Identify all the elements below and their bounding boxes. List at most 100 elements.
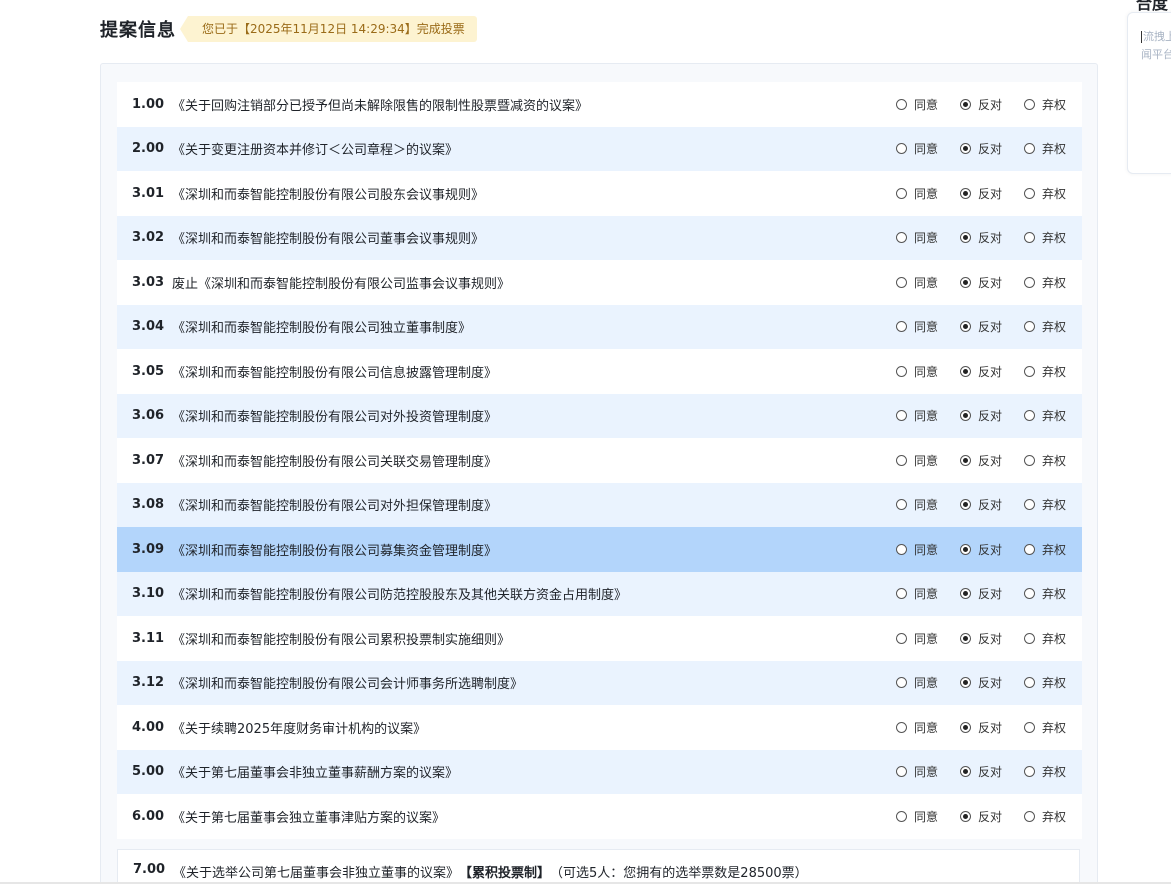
vote-option-oppose[interactable]: 反对 (960, 185, 1002, 202)
radio-icon[interactable] (896, 98, 907, 110)
radio-icon[interactable] (896, 810, 907, 822)
radio-icon[interactable] (960, 810, 972, 822)
radio-icon[interactable] (896, 632, 907, 644)
vote-option-abstain[interactable]: 弃权 (1024, 274, 1066, 291)
radio-icon[interactable] (960, 766, 972, 778)
radio-icon[interactable] (1024, 721, 1036, 733)
radio-icon[interactable] (960, 187, 972, 199)
radio-icon[interactable] (960, 365, 972, 377)
radio-icon[interactable] (960, 232, 972, 244)
radio-icon[interactable] (1024, 677, 1036, 689)
vote-option-oppose[interactable]: 反对 (960, 140, 1002, 157)
vote-option-oppose[interactable]: 反对 (960, 808, 1002, 825)
vote-option-agree[interactable]: 同意 (896, 229, 938, 246)
radio-icon[interactable] (1024, 810, 1036, 822)
vote-option-oppose[interactable]: 反对 (960, 585, 1002, 602)
radio-icon[interactable] (896, 365, 907, 377)
radio-icon[interactable] (960, 588, 972, 600)
radio-icon[interactable] (960, 454, 972, 466)
vote-option-agree[interactable]: 同意 (896, 363, 938, 380)
radio-icon[interactable] (896, 276, 907, 288)
vote-option-oppose[interactable]: 反对 (960, 719, 1002, 736)
vote-option-abstain[interactable]: 弃权 (1024, 585, 1066, 602)
radio-icon[interactable] (1024, 632, 1036, 644)
radio-icon[interactable] (1024, 454, 1036, 466)
vote-option-agree[interactable]: 同意 (896, 96, 938, 113)
vote-option-agree[interactable]: 同意 (896, 185, 938, 202)
radio-icon[interactable] (960, 321, 972, 333)
vote-option-agree[interactable]: 同意 (896, 274, 938, 291)
radio-icon[interactable] (960, 677, 972, 689)
vote-option-abstain[interactable]: 弃权 (1024, 229, 1066, 246)
vote-option-agree[interactable]: 同意 (896, 140, 938, 157)
radio-icon[interactable] (1024, 276, 1036, 288)
radio-icon[interactable] (896, 410, 907, 422)
vote-option-agree[interactable]: 同意 (896, 541, 938, 558)
radio-icon[interactable] (896, 143, 907, 155)
vote-option-agree[interactable]: 同意 (896, 763, 938, 780)
radio-icon[interactable] (960, 98, 972, 110)
radio-icon[interactable] (960, 276, 972, 288)
radio-icon[interactable] (960, 632, 972, 644)
radio-icon[interactable] (1024, 499, 1036, 511)
radio-icon[interactable] (896, 499, 907, 511)
vote-option-oppose[interactable]: 反对 (960, 541, 1002, 558)
vote-option-agree[interactable]: 同意 (896, 808, 938, 825)
radio-icon[interactable] (896, 677, 907, 689)
radio-icon[interactable] (1024, 588, 1036, 600)
vote-option-abstain[interactable]: 弃权 (1024, 496, 1066, 513)
vote-option-abstain[interactable]: 弃权 (1024, 452, 1066, 469)
vote-option-abstain[interactable]: 弃权 (1024, 140, 1066, 157)
vote-option-abstain[interactable]: 弃权 (1024, 808, 1066, 825)
vote-option-oppose[interactable]: 反对 (960, 229, 1002, 246)
radio-icon[interactable] (896, 321, 907, 333)
radio-icon[interactable] (1024, 410, 1036, 422)
radio-icon[interactable] (1024, 187, 1036, 199)
vote-option-abstain[interactable]: 弃权 (1024, 407, 1066, 424)
vote-option-agree[interactable]: 同意 (896, 674, 938, 691)
radio-icon[interactable] (1024, 321, 1036, 333)
vote-option-agree[interactable]: 同意 (896, 585, 938, 602)
radio-icon[interactable] (1024, 543, 1036, 555)
vote-option-abstain[interactable]: 弃权 (1024, 763, 1066, 780)
radio-icon[interactable] (960, 143, 972, 155)
radio-icon[interactable] (1024, 98, 1036, 110)
radio-icon[interactable] (896, 543, 907, 555)
radio-icon[interactable] (960, 721, 972, 733)
vote-option-abstain[interactable]: 弃权 (1024, 318, 1066, 335)
radio-icon[interactable] (896, 588, 907, 600)
radio-icon[interactable] (1024, 232, 1036, 244)
vote-option-oppose[interactable]: 反对 (960, 674, 1002, 691)
vote-option-abstain[interactable]: 弃权 (1024, 674, 1066, 691)
vote-option-oppose[interactable]: 反对 (960, 274, 1002, 291)
radio-icon[interactable] (896, 232, 907, 244)
vote-option-agree[interactable]: 同意 (896, 318, 938, 335)
vote-option-oppose[interactable]: 反对 (960, 96, 1002, 113)
vote-option-agree[interactable]: 同意 (896, 407, 938, 424)
radio-icon[interactable] (896, 187, 907, 199)
vote-option-oppose[interactable]: 反对 (960, 630, 1002, 647)
radio-icon[interactable] (896, 454, 907, 466)
vote-option-abstain[interactable]: 弃权 (1024, 541, 1066, 558)
vote-option-abstain[interactable]: 弃权 (1024, 363, 1066, 380)
vote-option-oppose[interactable]: 反对 (960, 363, 1002, 380)
vote-option-agree[interactable]: 同意 (896, 719, 938, 736)
vote-option-agree[interactable]: 同意 (896, 496, 938, 513)
radio-icon[interactable] (960, 543, 972, 555)
radio-icon[interactable] (896, 721, 907, 733)
vote-option-abstain[interactable]: 弃权 (1024, 185, 1066, 202)
vote-option-oppose[interactable]: 反对 (960, 407, 1002, 424)
vote-option-abstain[interactable]: 弃权 (1024, 719, 1066, 736)
vote-option-abstain[interactable]: 弃权 (1024, 630, 1066, 647)
vote-option-oppose[interactable]: 反对 (960, 452, 1002, 469)
radio-icon[interactable] (1024, 365, 1036, 377)
vote-option-agree[interactable]: 同意 (896, 452, 938, 469)
side-input-field[interactable]: 流拽上 闻平台 (1141, 28, 1171, 64)
radio-icon[interactable] (1024, 766, 1036, 778)
vote-option-agree[interactable]: 同意 (896, 630, 938, 647)
vote-option-oppose[interactable]: 反对 (960, 318, 1002, 335)
vote-option-oppose[interactable]: 反对 (960, 763, 1002, 780)
radio-icon[interactable] (960, 499, 972, 511)
radio-icon[interactable] (896, 766, 907, 778)
vote-option-abstain[interactable]: 弃权 (1024, 96, 1066, 113)
